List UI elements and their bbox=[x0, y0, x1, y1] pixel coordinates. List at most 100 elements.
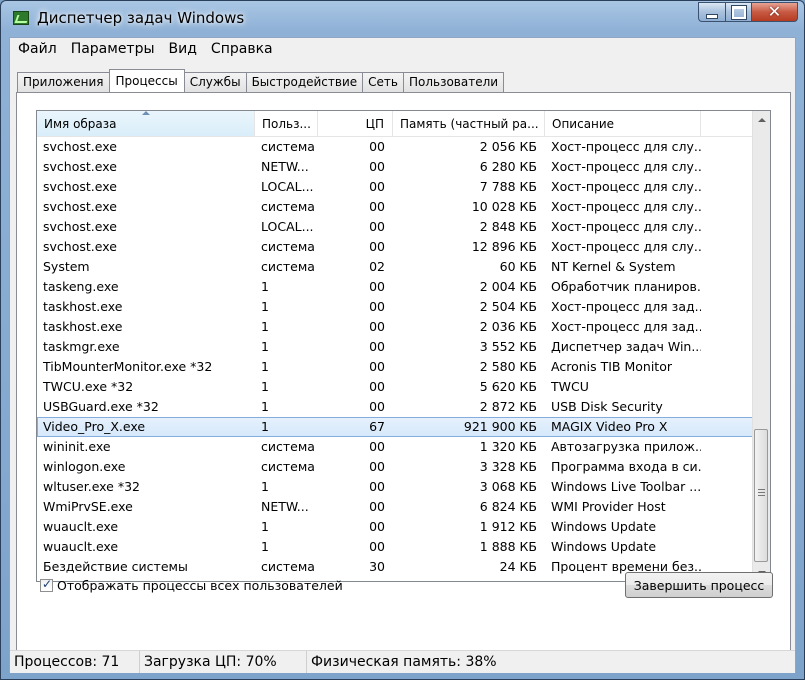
column-description[interactable]: Описание bbox=[545, 111, 701, 136]
cell-description: Хост-процесс для зад... bbox=[551, 299, 701, 314]
tab-users[interactable]: Пользователи bbox=[402, 72, 505, 92]
table-row[interactable]: svchost.exe система 00 12 896 КБ Хост-процес… bbox=[37, 237, 755, 257]
column-user[interactable]: Польз... bbox=[255, 111, 318, 136]
cell-memory: 12 896 КБ bbox=[471, 239, 537, 254]
cell-user: система bbox=[261, 139, 315, 154]
tab-processes[interactable]: Процессы bbox=[108, 69, 185, 92]
menu-view[interactable]: Вид bbox=[163, 41, 203, 57]
table-row[interactable]: svchost.exe LOCAL... 00 7 788 КБ Хост-процес… bbox=[37, 177, 755, 197]
cell-memory: 24 КБ bbox=[499, 559, 537, 574]
cell-cpu: 02 bbox=[369, 259, 385, 274]
table-row[interactable]: wininit.exe система 00 1 320 КБ Автозагрузка… bbox=[37, 437, 755, 457]
grip-line bbox=[758, 489, 765, 490]
column-image-name[interactable]: Имя образа bbox=[37, 111, 255, 136]
cell-memory: 6 824 КБ bbox=[479, 499, 537, 514]
show-all-users-option[interactable]: ✓ Отображать процессы всех пользователей bbox=[40, 577, 343, 593]
cell-description: Хост-процесс для зад... bbox=[551, 319, 701, 334]
cell-image-name: wininit.exe bbox=[43, 439, 111, 454]
cell-memory: 2 504 КБ bbox=[479, 299, 537, 314]
cell-cpu: 00 bbox=[369, 439, 385, 454]
table-row[interactable]: taskeng.exe 1 00 2 004 КБ Обработчик планиро… bbox=[37, 277, 755, 297]
tab-performance[interactable]: Быстродействие bbox=[245, 72, 364, 92]
maximize-button[interactable] bbox=[726, 2, 752, 22]
table-row[interactable]: Video_Pro_X.exe 1 67 921 900 КБ MAGIX Video … bbox=[37, 417, 755, 437]
cell-cpu: 00 bbox=[369, 379, 385, 394]
status-process-count: Процессов: 71 bbox=[10, 651, 140, 673]
cell-description: NT Kernel & System bbox=[551, 259, 676, 274]
window-controls: ✕ bbox=[698, 2, 798, 22]
cell-description: Хост-процесс для слу... bbox=[551, 159, 701, 174]
cell-cpu: 00 bbox=[369, 339, 385, 354]
cell-cpu: 00 bbox=[369, 299, 385, 314]
minimize-button[interactable] bbox=[698, 2, 726, 22]
cell-cpu: 00 bbox=[369, 159, 385, 174]
table-row[interactable]: WmiPrvSE.exe NETW... 00 6 824 КБ WMI Provide… bbox=[37, 497, 755, 517]
cell-memory: 2 036 КБ bbox=[479, 319, 537, 334]
column-cpu[interactable]: ЦП bbox=[318, 111, 393, 136]
cell-user: 1 bbox=[261, 519, 269, 534]
process-list[interactable]: Имя образа Польз... ЦП Память (частный р… bbox=[36, 110, 771, 582]
show-all-users-label[interactable]: Отображать процессы всех пользователей bbox=[57, 578, 343, 593]
column-label: Польз... bbox=[262, 117, 311, 131]
cell-description: Acronis TIB Monitor bbox=[551, 359, 672, 374]
tab-applications[interactable]: Приложения bbox=[17, 72, 110, 92]
cell-description: Хост-процесс для слу... bbox=[551, 139, 701, 154]
cell-image-name: System bbox=[43, 259, 90, 274]
grip-line bbox=[758, 495, 765, 496]
column-memory[interactable]: Память (частный ра... bbox=[393, 111, 545, 136]
cell-cpu: 00 bbox=[369, 519, 385, 534]
cell-user: система bbox=[261, 559, 315, 574]
cell-memory: 5 620 КБ bbox=[479, 379, 537, 394]
menu-file[interactable]: Файл bbox=[12, 41, 63, 57]
table-row[interactable]: TWCU.exe *32 1 00 5 620 КБ TWCU bbox=[37, 377, 755, 397]
end-process-button[interactable]: Завершить процесс bbox=[625, 572, 773, 598]
menu-options[interactable]: Параметры bbox=[65, 41, 161, 57]
table-row[interactable]: winlogon.exe система 00 3 328 КБ Программа в… bbox=[37, 457, 755, 477]
table-row[interactable]: USBGuard.exe *32 1 00 2 872 КБ USB Disk Secu… bbox=[37, 397, 755, 417]
tab-services[interactable]: Службы bbox=[183, 72, 247, 92]
cell-user: LOCAL... bbox=[261, 219, 314, 234]
vertical-scrollbar[interactable] bbox=[752, 111, 770, 581]
cell-description: USB Disk Security bbox=[551, 399, 663, 414]
scroll-thumb[interactable] bbox=[754, 429, 768, 562]
table-row[interactable]: svchost.exe NETW... 00 6 280 КБ Хост-процесс… bbox=[37, 157, 755, 177]
cell-cpu: 00 bbox=[369, 139, 385, 154]
cell-memory: 3 552 КБ bbox=[479, 339, 537, 354]
table-row[interactable]: svchost.exe система 00 2 056 КБ Хост-процесс… bbox=[37, 137, 755, 157]
show-all-users-checkbox[interactable]: ✓ bbox=[40, 577, 53, 592]
table-row[interactable]: System система 02 60 КБ NT Kernel & System bbox=[37, 257, 755, 277]
cell-user: LOCAL... bbox=[261, 179, 314, 194]
table-row[interactable]: taskhost.exe 1 00 2 036 КБ Хост-процесс для … bbox=[37, 317, 755, 337]
table-row[interactable]: taskhost.exe 1 00 2 504 КБ Хост-процесс для … bbox=[37, 297, 755, 317]
cell-user: система bbox=[261, 239, 315, 254]
cell-cpu: 00 bbox=[369, 239, 385, 254]
table-row[interactable]: wltuser.exe *32 1 00 3 068 КБ Windows Live T… bbox=[37, 477, 755, 497]
table-row[interactable]: svchost.exe LOCAL... 00 2 848 КБ Хост-процес… bbox=[37, 217, 755, 237]
title-bar[interactable]: Диспетчер задач Windows ✕ bbox=[1, 1, 804, 35]
table-row[interactable]: wuauclt.exe 1 00 1 912 КБ Windows Update bbox=[37, 517, 755, 537]
cell-memory: 2 580 КБ bbox=[479, 359, 537, 374]
cell-user: NETW... bbox=[261, 499, 309, 514]
cell-memory: 2 056 КБ bbox=[479, 139, 537, 154]
cell-description: Хост-процесс для слу... bbox=[551, 179, 701, 194]
table-row[interactable]: TibMounterMonitor.exe *32 1 00 2 580 КБ Acro… bbox=[37, 357, 755, 377]
cell-image-name: TWCU.exe *32 bbox=[43, 379, 134, 394]
cell-description: Хост-процесс для слу... bbox=[551, 239, 701, 254]
cell-cpu: 00 bbox=[369, 219, 385, 234]
cell-memory: 1 320 КБ bbox=[479, 439, 537, 454]
cell-image-name: Video_Pro_X.exe bbox=[43, 419, 146, 434]
cell-user: система bbox=[261, 439, 315, 454]
close-icon: ✕ bbox=[767, 2, 782, 21]
tab-networking[interactable]: Сеть bbox=[362, 72, 404, 92]
cell-image-name: Бездействие системы bbox=[43, 559, 188, 574]
table-row[interactable]: svchost.exe система 00 10 028 КБ Хост-процес… bbox=[37, 197, 755, 217]
table-row[interactable]: taskmgr.exe 1 00 3 552 КБ Диспетчер задач Wi… bbox=[37, 337, 755, 357]
scroll-up-button[interactable] bbox=[753, 111, 770, 128]
column-label: Имя образа bbox=[44, 117, 117, 131]
cell-description: Windows Live Toolbar ... bbox=[551, 479, 701, 494]
table-row[interactable]: wuauclt.exe 1 00 1 888 КБ Windows Update bbox=[37, 537, 755, 557]
cell-image-name: svchost.exe bbox=[43, 179, 117, 194]
menu-help[interactable]: Справка bbox=[205, 41, 279, 57]
tab-strip: Приложения Процессы Службы Быстродействи… bbox=[17, 69, 505, 92]
close-button[interactable]: ✕ bbox=[752, 2, 798, 22]
